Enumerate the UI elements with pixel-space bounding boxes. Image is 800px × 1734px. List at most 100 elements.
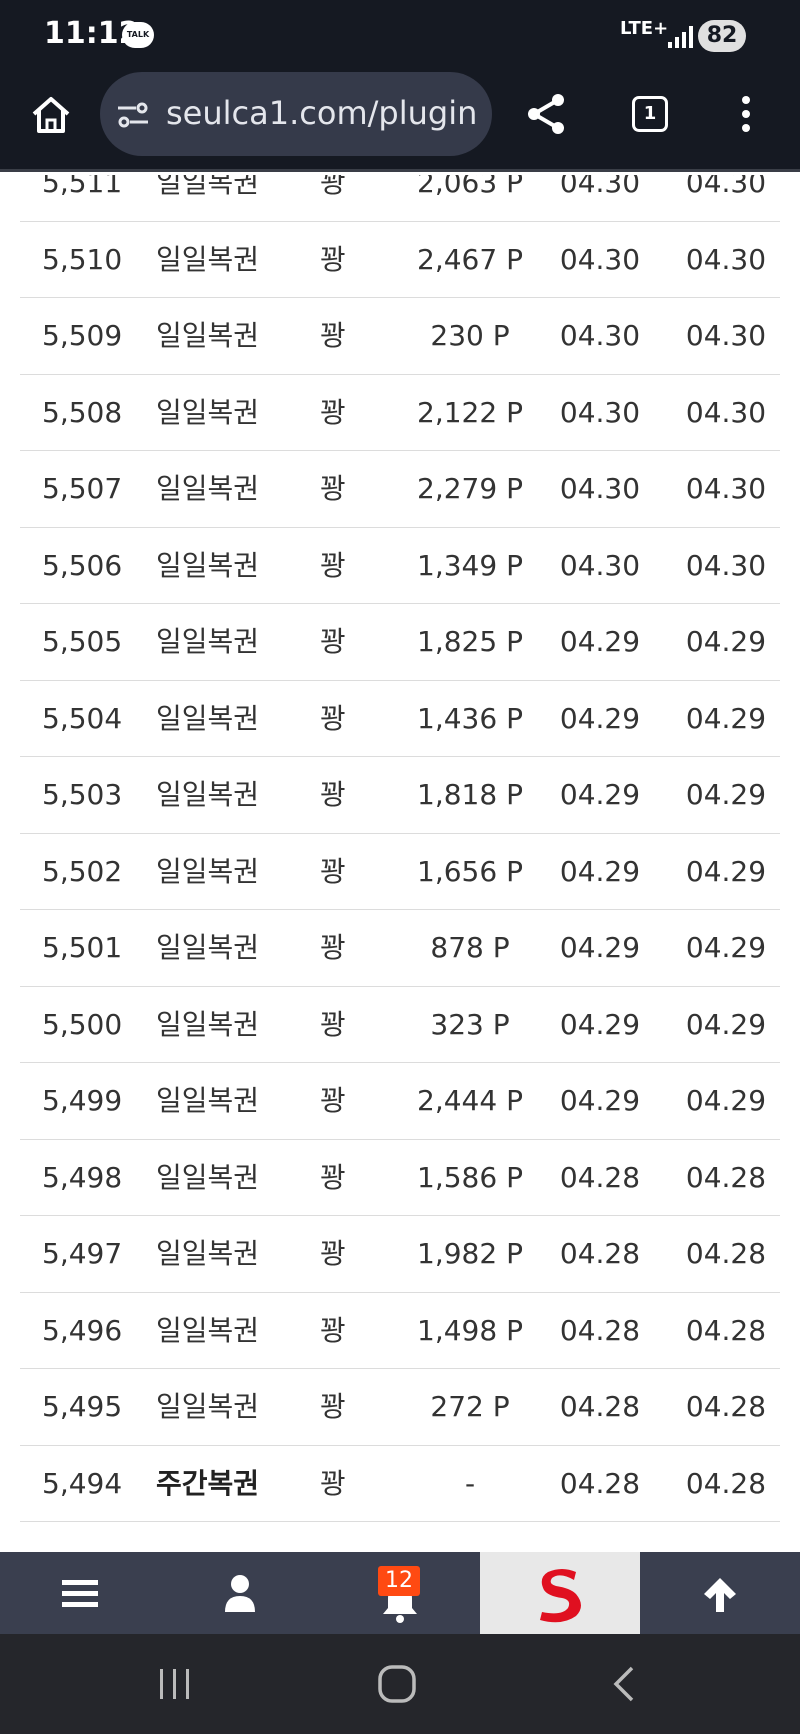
scroll-top-button[interactable] bbox=[640, 1552, 800, 1634]
row-lottery-name: 주간복권 bbox=[156, 1466, 260, 1500]
row-date-purchased: 04.30 bbox=[559, 319, 641, 352]
row-number: 5,506 bbox=[42, 548, 123, 582]
row-number: 5,500 bbox=[42, 1007, 123, 1041]
row-date-purchased: 04.30 bbox=[559, 242, 641, 276]
table-row[interactable]: 5,494 주간복권 꽝 - 04.28 04.28 bbox=[20, 1446, 780, 1522]
row-result: 꽝 bbox=[320, 1084, 346, 1117]
row-points: 1,498 P bbox=[417, 1313, 523, 1347]
table-row[interactable]: 5,507 일일복권 꽝 2,279 P 04.30 04.30 bbox=[20, 451, 780, 528]
table-row[interactable]: 5,496 일일복권 꽝 1,498 P 04.28 04.28 bbox=[20, 1293, 780, 1369]
row-points: 2,444 P bbox=[417, 1084, 523, 1117]
row-lottery-name: 일일복권 bbox=[156, 701, 260, 735]
row-result: 꽝 bbox=[320, 1390, 346, 1423]
table-row[interactable]: 5,509 일일복권 꽝 230 P 04.30 04.30 bbox=[20, 298, 780, 375]
table-row[interactable]: 5,506 일일복권 꽝 1,349 P 04.30 04.30 bbox=[20, 528, 780, 604]
lottery-history-list[interactable]: 5,511 일일복권 꽝 2,063 P 04.30 04.30 5,510 일일복권 꽝 2,4… bbox=[0, 175, 800, 1552]
recent-apps-icon bbox=[160, 1669, 189, 1699]
row-number: 5,507 bbox=[42, 472, 123, 505]
row-number: 5,511 bbox=[42, 175, 123, 199]
row-date-drawn: 04.29 bbox=[685, 1084, 767, 1117]
row-date-drawn: 04.29 bbox=[685, 854, 767, 888]
row-result: 꽝 bbox=[320, 242, 346, 276]
site-settings-icon[interactable] bbox=[116, 98, 150, 132]
row-date-drawn: 04.30 bbox=[685, 242, 767, 276]
row-result: 꽝 bbox=[320, 625, 346, 658]
row-lottery-name: 일일복권 bbox=[156, 175, 260, 199]
row-date-purchased: 04.29 bbox=[559, 1007, 641, 1041]
row-number: 5,509 bbox=[42, 319, 123, 352]
row-result: 꽝 bbox=[320, 175, 346, 199]
row-points: 323 P bbox=[430, 1007, 510, 1041]
row-number: 5,503 bbox=[42, 778, 123, 811]
table-row[interactable]: 5,501 일일복권 꽝 878 P 04.29 04.29 bbox=[20, 910, 780, 987]
row-number: 5,501 bbox=[42, 931, 123, 964]
recent-apps-button[interactable] bbox=[150, 1664, 200, 1704]
row-lottery-name: 일일복권 bbox=[156, 1237, 260, 1270]
status-bar: 11:12 TALK LTE+ 82 bbox=[0, 0, 800, 70]
row-number: 5,495 bbox=[42, 1390, 123, 1423]
table-row[interactable]: 5,497 일일복권 꽝 1,982 P 04.28 04.28 bbox=[20, 1216, 780, 1293]
row-date-drawn: 04.29 bbox=[685, 778, 767, 811]
row-result: 꽝 bbox=[320, 931, 346, 964]
table-row[interactable]: 5,500 일일복권 꽝 323 P 04.29 04.29 bbox=[20, 987, 780, 1063]
row-date-purchased: 04.29 bbox=[559, 778, 641, 811]
row-lottery-name: 일일복권 bbox=[156, 548, 260, 582]
row-lottery-name: 일일복권 bbox=[156, 1160, 260, 1194]
row-date-purchased: 04.28 bbox=[559, 1390, 641, 1423]
table-row[interactable]: 5,511 일일복권 꽝 2,063 P 04.30 04.30 bbox=[20, 175, 780, 222]
row-date-drawn: 04.29 bbox=[685, 1007, 767, 1041]
address-bar[interactable]: seulca1.com/plugin/lo bbox=[100, 72, 492, 156]
menu-button[interactable] bbox=[0, 1552, 160, 1634]
table-row[interactable]: 5,498 일일복권 꽝 1,586 P 04.28 04.28 bbox=[20, 1140, 780, 1216]
network-indicator: LTE+ bbox=[620, 18, 669, 39]
share-button[interactable] bbox=[522, 90, 570, 138]
row-date-purchased: 04.28 bbox=[559, 1313, 641, 1347]
user-button[interactable] bbox=[160, 1552, 320, 1634]
browser-toolbar: seulca1.com/plugin/lo 1 bbox=[0, 70, 800, 172]
row-points: 2,063 P bbox=[417, 175, 523, 199]
menu-icon bbox=[62, 1580, 98, 1607]
row-lottery-name: 일일복권 bbox=[156, 319, 260, 352]
row-date-purchased: 04.29 bbox=[559, 1084, 641, 1117]
row-date-drawn: 04.30 bbox=[685, 175, 767, 199]
site-logo-button[interactable] bbox=[480, 1552, 640, 1634]
row-points: 1,656 P bbox=[417, 854, 523, 888]
table-row[interactable]: 5,510 일일복권 꽝 2,467 P 04.30 04.30 bbox=[20, 222, 780, 298]
table-row[interactable]: 5,504 일일복권 꽝 1,436 P 04.29 04.29 bbox=[20, 681, 780, 757]
user-icon bbox=[225, 1575, 255, 1612]
table-row[interactable]: 5,508 일일복권 꽝 2,122 P 04.30 04.30 bbox=[20, 375, 780, 451]
row-lottery-name: 일일복권 bbox=[156, 1313, 260, 1347]
row-date-drawn: 04.28 bbox=[685, 1160, 767, 1194]
row-points: 878 P bbox=[430, 931, 510, 964]
row-points: 1,982 P bbox=[417, 1237, 523, 1270]
row-lottery-name: 일일복권 bbox=[156, 625, 260, 658]
row-number: 5,499 bbox=[42, 1084, 123, 1117]
table-row[interactable]: 5,503 일일복권 꽝 1,818 P 04.29 04.29 bbox=[20, 757, 780, 834]
row-lottery-name: 일일복권 bbox=[156, 931, 260, 964]
row-date-purchased: 04.28 bbox=[559, 1160, 641, 1194]
table-row[interactable]: 5,505 일일복권 꽝 1,825 P 04.29 04.29 bbox=[20, 604, 780, 681]
row-result: 꽝 bbox=[320, 701, 346, 735]
home-button[interactable] bbox=[28, 92, 74, 138]
row-date-drawn: 04.29 bbox=[685, 931, 767, 964]
table-row[interactable]: 5,499 일일복권 꽝 2,444 P 04.29 04.29 bbox=[20, 1063, 780, 1140]
system-home-button[interactable] bbox=[372, 1664, 422, 1704]
more-options-icon[interactable] bbox=[736, 94, 756, 134]
row-lottery-name: 일일복권 bbox=[156, 778, 260, 811]
back-button[interactable] bbox=[600, 1664, 650, 1704]
row-result: 꽝 bbox=[320, 395, 346, 429]
row-date-purchased: 04.30 bbox=[559, 175, 641, 199]
row-date-purchased: 04.29 bbox=[559, 854, 641, 888]
row-points: 272 P bbox=[430, 1390, 510, 1423]
arrow-up-icon bbox=[704, 1578, 736, 1612]
site-logo bbox=[540, 1569, 581, 1623]
tab-switcher-button[interactable]: 1 bbox=[632, 96, 668, 132]
system-home-icon bbox=[378, 1665, 416, 1703]
row-points: 2,279 P bbox=[417, 472, 523, 505]
url-text[interactable]: seulca1.com/plugin/lo bbox=[166, 94, 476, 132]
row-result: 꽝 bbox=[320, 472, 346, 505]
table-row[interactable]: 5,495 일일복권 꽝 272 P 04.28 04.28 bbox=[20, 1369, 780, 1446]
row-date-purchased: 04.29 bbox=[559, 625, 641, 658]
table-row[interactable]: 5,502 일일복권 꽝 1,656 P 04.29 04.29 bbox=[20, 834, 780, 910]
row-points: 1,825 P bbox=[417, 625, 523, 658]
